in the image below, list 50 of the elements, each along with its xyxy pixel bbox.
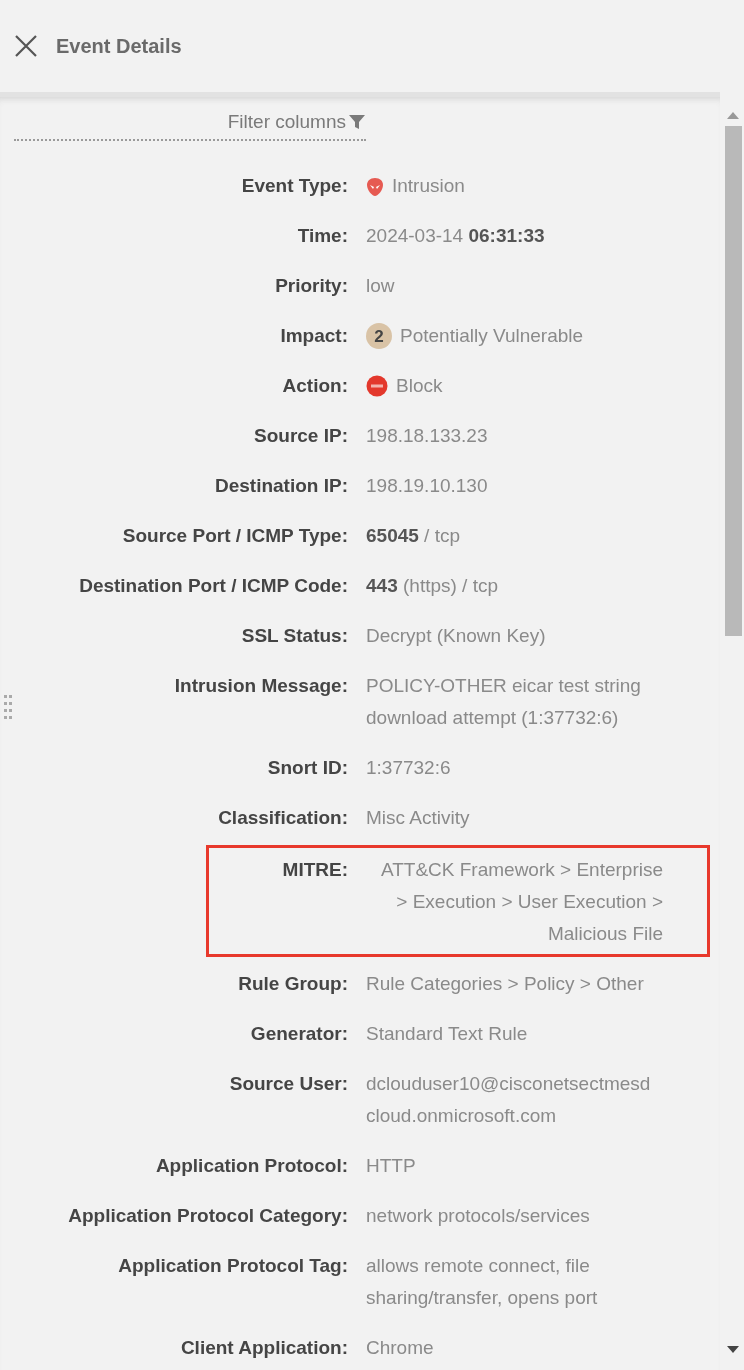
field-label: Generator: [249, 1022, 348, 1046]
field-value: network protocols/services [366, 1204, 590, 1228]
block-icon [366, 375, 388, 397]
field-value: Intrusion [392, 174, 465, 198]
field-label: Source Port / ICMP Type: [121, 524, 348, 548]
field-value: HTTP [366, 1154, 416, 1178]
alien-icon [366, 177, 384, 197]
field-label: Client Application: [179, 1336, 348, 1360]
panel-title: Event Details [56, 34, 182, 58]
filter-icon[interactable] [348, 113, 366, 131]
field-value: 198.18.133.23 [366, 424, 488, 448]
field-value: 1:37732:6 [366, 756, 451, 780]
field-label: Priority: [274, 274, 348, 298]
field-label: Application Protocol: [154, 1154, 348, 1178]
field-value: Rule Categories > Policy > Other [366, 972, 644, 996]
field-label: Intrusion Message: [173, 674, 348, 698]
field-label: SSL Status: [240, 624, 348, 648]
field-value: Potentially Vulnerable [400, 324, 584, 348]
field-value: Misc Activity [366, 806, 470, 830]
field-label: Impact: [279, 324, 348, 348]
field-label: Source IP: [253, 424, 348, 448]
field-value: 65045 / tcp [366, 524, 461, 548]
field-label: Application Protocol Tag: [117, 1254, 348, 1278]
field-label: Application Protocol Category: [67, 1204, 348, 1228]
field-value: Decrypt (Known Key) [366, 624, 546, 648]
field-value: 2024-03-14 06:31:33 [366, 224, 545, 248]
field-value: 198.19.10.130 [366, 474, 488, 498]
field-value: Block [396, 374, 443, 398]
field-value: Standard Text Rule [366, 1022, 528, 1046]
field-value: Chrome [366, 1336, 434, 1360]
field-label: Classification: [217, 806, 348, 830]
field-label: Source User: [228, 1072, 348, 1096]
drag-handle-icon[interactable] [4, 695, 13, 719]
field-value: dclouduser10@cisconetsectmesdcloud.onmicrosoft.com [366, 1072, 652, 1128]
field-label: Destination IP: [214, 474, 348, 498]
field-label: Event Type: [240, 174, 348, 198]
field-value: 443 (https) / tcp [366, 574, 498, 598]
impact-badge: 2 [366, 323, 392, 349]
field-label: Destination Port / ICMP Code: [78, 574, 348, 598]
field-label: Action: [281, 374, 348, 398]
field-value: low [366, 274, 395, 298]
close-icon[interactable] [14, 34, 38, 58]
field-value: allows remote connect, file sharing/transfer, opens port [366, 1254, 599, 1310]
filter-columns-link[interactable]: Filter columns [227, 111, 346, 133]
field-label: Snort ID: [266, 756, 348, 780]
field-value: POLICY-OTHER eicar test string download attempt (1:37732:6) [366, 674, 642, 730]
field-label: Time: [296, 224, 348, 248]
field-value: ATT&CK Framework > Enterprise > Execution > User Execution > Malicious File [379, 858, 663, 946]
field-label: Rule Group: [237, 972, 348, 996]
field-label: MITRE: [281, 858, 348, 882]
